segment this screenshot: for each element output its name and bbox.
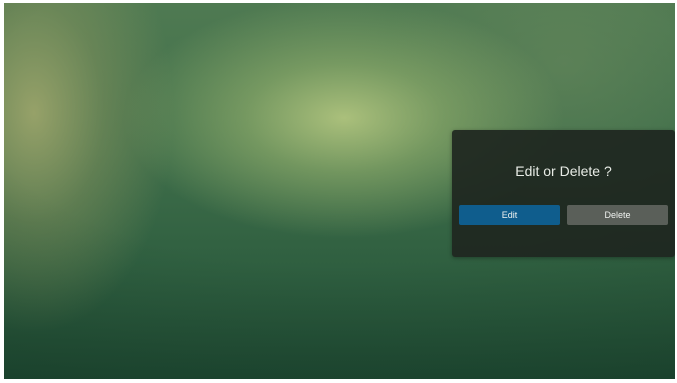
tv-screen-background: Edit or Delete ? Edit Delete (4, 3, 675, 379)
delete-button[interactable]: Delete (567, 205, 668, 225)
edit-button[interactable]: Edit (459, 205, 560, 225)
edit-or-delete-dialog: Edit or Delete ? Edit Delete (452, 130, 675, 257)
dialog-title: Edit or Delete ? (515, 163, 612, 179)
